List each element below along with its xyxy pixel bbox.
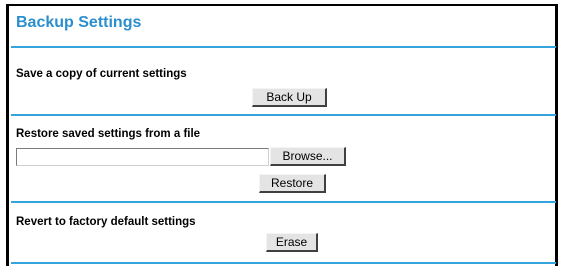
browse-button[interactable]: Browse... bbox=[270, 147, 346, 166]
restore-file-field[interactable] bbox=[16, 148, 269, 166]
divider-restore bbox=[11, 201, 556, 203]
erase-button[interactable]: Erase bbox=[266, 233, 318, 252]
restore-heading: Restore saved settings from a file bbox=[16, 128, 201, 140]
page-title: Backup Settings bbox=[16, 14, 142, 31]
backup-heading: Save a copy of current settings bbox=[16, 68, 187, 80]
settings-panel: Backup Settings Save a copy of current s… bbox=[6, 4, 558, 266]
divider-backup bbox=[11, 114, 556, 116]
revert-heading: Revert to factory default settings bbox=[16, 216, 196, 228]
back-up-button[interactable]: Back Up bbox=[252, 88, 327, 107]
divider-title bbox=[11, 46, 556, 48]
divider-revert bbox=[11, 262, 556, 264]
restore-button[interactable]: Restore bbox=[259, 174, 326, 193]
